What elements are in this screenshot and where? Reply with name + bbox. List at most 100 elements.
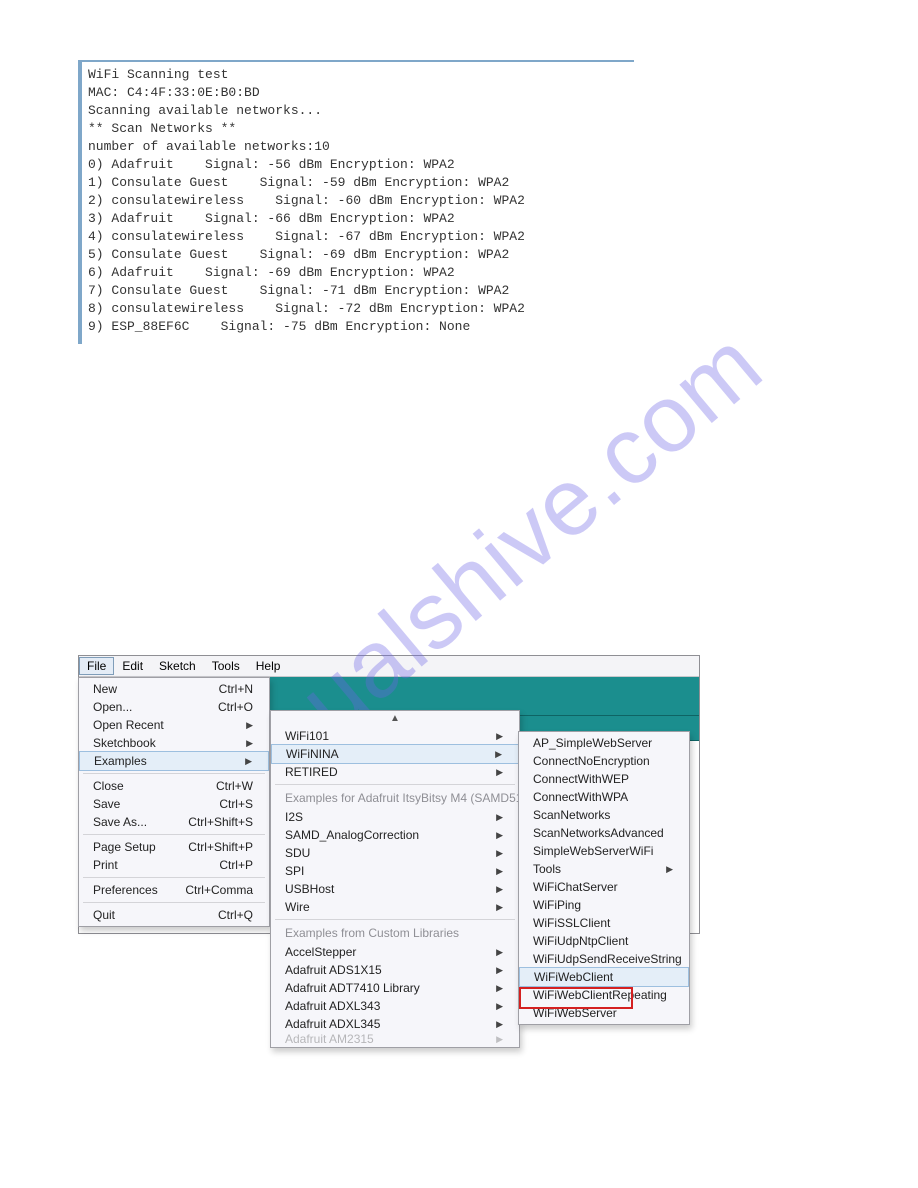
submenu-arrow-icon: ▶ <box>472 767 503 778</box>
submenu-arrow-icon: ▶ <box>472 731 503 742</box>
menu-item-label: RETIRED <box>285 765 338 779</box>
menubar-edit[interactable]: Edit <box>114 657 151 675</box>
serial-line: 8) consulatewireless Signal: -72 dBm Enc… <box>88 300 628 318</box>
menu-item-label: WiFiUdpSendReceiveString <box>533 952 682 966</box>
menu-item-label: Close <box>93 779 124 793</box>
menu-item[interactable]: USBHost▶ <box>271 880 519 898</box>
menu-item-label: WiFiNINA <box>286 747 339 761</box>
submenu-arrow-icon: ▶ <box>642 864 673 875</box>
menu-item[interactable]: WiFiPing <box>519 896 689 914</box>
menu-item[interactable]: AP_SimpleWebServer <box>519 734 689 752</box>
serial-line: WiFi Scanning test <box>88 66 628 84</box>
menu-item[interactable]: WiFiWebServer <box>519 1004 689 1022</box>
menubar-tools[interactable]: Tools <box>204 657 248 675</box>
menu-item[interactable]: Save As...Ctrl+Shift+S <box>79 813 269 831</box>
menu-item-label: Adafruit ADT7410 Library <box>285 981 420 995</box>
menu-item-label: ScanNetworks <box>533 808 610 822</box>
menu-item[interactable]: I2S▶ <box>271 808 519 826</box>
menu-item[interactable]: NewCtrl+N <box>79 680 269 698</box>
menu-item[interactable]: Adafruit AM2315▶ <box>271 1033 519 1045</box>
menu-item-label: Open Recent <box>93 718 164 732</box>
menu-item-label: ConnectWithWPA <box>533 790 628 804</box>
menu-item[interactable]: Adafruit ADS1X15▶ <box>271 961 519 979</box>
menu-item[interactable]: WiFiUdpNtpClient <box>519 932 689 950</box>
serial-line: 9) ESP_88EF6C Signal: -75 dBm Encryption… <box>88 318 628 336</box>
menu-item[interactable]: WiFiNINA▶ <box>271 744 519 764</box>
serial-line: number of available networks:10 <box>88 138 628 156</box>
menu-item[interactable]: WiFiChatServer <box>519 878 689 896</box>
menu-item[interactable]: Print Ctrl+P <box>79 856 269 874</box>
menu-item-label: Wire <box>285 900 310 914</box>
menu-item-label: Tools <box>533 862 561 876</box>
menu-item-shortcut: Ctrl+Shift+P <box>164 840 253 854</box>
submenu-arrow-icon: ▶ <box>472 1001 503 1012</box>
menubar-file[interactable]: File <box>79 657 114 675</box>
menu-item-label: Quit <box>93 908 115 922</box>
examples-submenu: ▲WiFi101▶WiFiNINA▶RETIRED▶Examples for A… <box>270 710 520 1048</box>
submenu-arrow-icon: ▶ <box>472 830 503 841</box>
menubar-help[interactable]: Help <box>248 657 289 675</box>
menu-item[interactable]: SimpleWebServerWiFi <box>519 842 689 860</box>
menu-item[interactable]: Open...Ctrl+O <box>79 698 269 716</box>
serial-line: 1) Consulate Guest Signal: -59 dBm Encry… <box>88 174 628 192</box>
menu-separator <box>83 902 265 903</box>
menu-scroll-up-icon[interactable]: ▲ <box>271 713 519 727</box>
menu-item-label: WiFiPing <box>533 898 581 912</box>
menu-item-label: Preferences <box>93 883 158 897</box>
menu-item-label: SPI <box>285 864 304 878</box>
menu-item[interactable]: Page SetupCtrl+Shift+P <box>79 838 269 856</box>
menu-item-label: WiFiUdpNtpClient <box>533 934 628 948</box>
menu-item[interactable]: WiFiUdpSendReceiveString <box>519 950 689 968</box>
menu-item-label: Sketchbook <box>93 736 156 750</box>
menu-separator <box>83 877 265 878</box>
serial-line: 7) Consulate Guest Signal: -71 dBm Encry… <box>88 282 628 300</box>
menu-item[interactable]: WiFiSSLClient <box>519 914 689 932</box>
menu-item: Examples from Custom Libraries <box>271 923 519 943</box>
menu-item[interactable]: Adafruit ADXL343▶ <box>271 997 519 1015</box>
menu-item[interactable]: AccelStepper▶ <box>271 943 519 961</box>
menu-item[interactable]: Adafruit ADT7410 Library ▶ <box>271 979 519 997</box>
menu-item[interactable]: QuitCtrl+Q <box>79 906 269 924</box>
menu-separator <box>275 784 515 785</box>
menu-item[interactable]: Open Recent▶ <box>79 716 269 734</box>
menu-item[interactable]: Examples▶ <box>79 751 269 771</box>
menu-item[interactable]: ConnectNoEncryption <box>519 752 689 770</box>
serial-line: ** Scan Networks ** <box>88 120 628 138</box>
menu-item[interactable]: SPI▶ <box>271 862 519 880</box>
menu-item-shortcut: Ctrl+P <box>195 858 253 872</box>
menu-item-label: Print <box>93 858 118 872</box>
menu-item-label: WiFiChatServer <box>533 880 618 894</box>
menu-item[interactable]: SAMD_AnalogCorrection▶ <box>271 826 519 844</box>
menu-item[interactable]: ConnectWithWEP <box>519 770 689 788</box>
menu-item[interactable]: ConnectWithWPA <box>519 788 689 806</box>
menu-item[interactable]: WiFi101▶ <box>271 727 519 745</box>
submenu-arrow-icon: ▶ <box>472 965 503 976</box>
serial-line: 5) Consulate Guest Signal: -69 dBm Encry… <box>88 246 628 264</box>
menu-item[interactable]: PreferencesCtrl+Comma <box>79 881 269 899</box>
submenu-arrow-icon: ▶ <box>472 902 503 913</box>
menu-separator <box>83 834 265 835</box>
menu-item[interactable]: WiFiWebClient <box>519 967 689 987</box>
menu-item[interactable]: Wire ▶ <box>271 898 519 916</box>
menu-item[interactable]: WiFiWebClientRepeating <box>519 986 689 1004</box>
submenu-arrow-icon: ▶ <box>472 1019 503 1030</box>
menu-item-label: ConnectNoEncryption <box>533 754 650 768</box>
menu-item[interactable]: CloseCtrl+W <box>79 777 269 795</box>
menu-item-label: ScanNetworksAdvanced <box>533 826 664 840</box>
menu-item-label: Adafruit ADXL345 <box>285 1017 380 1031</box>
submenu-arrow-icon: ▶ <box>472 1034 503 1045</box>
menu-item[interactable]: SDU▶ <box>271 844 519 862</box>
menubar-sketch[interactable]: Sketch <box>151 657 204 675</box>
menu-item[interactable]: Tools ▶ <box>519 860 689 878</box>
menu-item[interactable]: RETIRED ▶ <box>271 763 519 781</box>
submenu-arrow-icon: ▶ <box>472 983 503 994</box>
menu-item[interactable]: ScanNetworks <box>519 806 689 824</box>
menu-item[interactable]: Sketchbook▶ <box>79 734 269 752</box>
menu-item[interactable]: ScanNetworksAdvanced <box>519 824 689 842</box>
menu-item[interactable]: SaveCtrl+S <box>79 795 269 813</box>
menu-item-label: Examples from Custom Libraries <box>285 926 459 940</box>
menu-item[interactable]: Adafruit ADXL345 ▶ <box>271 1015 519 1033</box>
menu-item-label: ConnectWithWEP <box>533 772 629 786</box>
serial-line: 3) Adafruit Signal: -66 dBm Encryption: … <box>88 210 628 228</box>
menu-item-shortcut: Ctrl+S <box>195 797 253 811</box>
